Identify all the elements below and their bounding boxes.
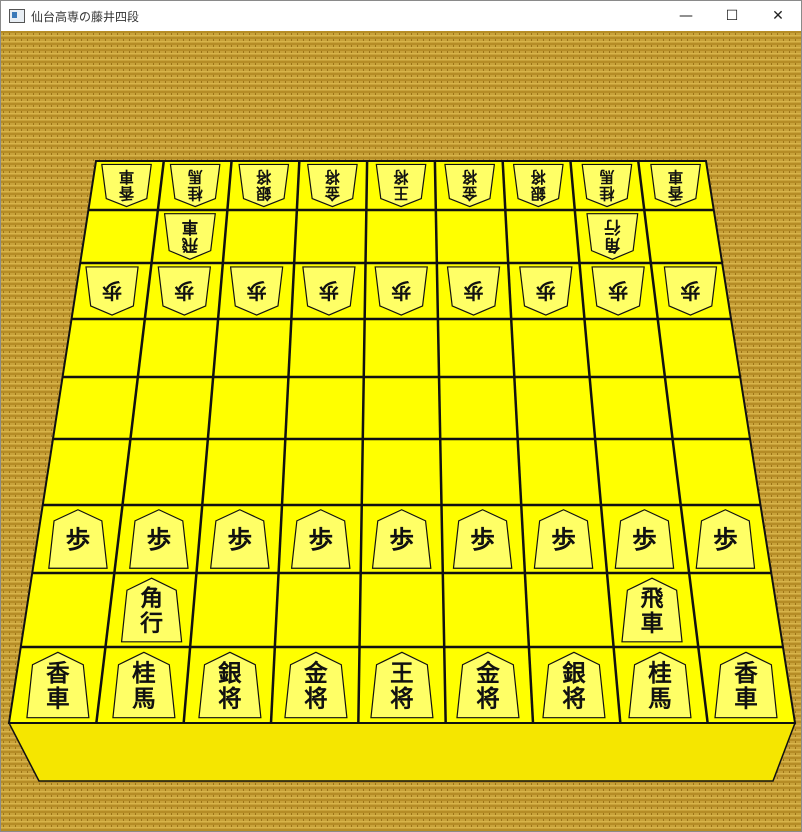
window-title: 仙台高専の藤井四段	[31, 10, 140, 24]
piece-label: 歩	[470, 525, 495, 554]
piece-label: 車	[182, 217, 198, 236]
gote-piece[interactable]: 歩	[519, 266, 573, 316]
piece-label: 香	[734, 659, 758, 687]
piece-label: 馬	[599, 168, 614, 186]
piece-label: 角	[604, 235, 620, 254]
title-bar[interactable]: 仙台高専の藤井四段 — ☐ ✕	[1, 1, 801, 31]
piece-label: 馬	[188, 168, 203, 186]
piece-label: 歩	[102, 279, 122, 303]
piece-label: 行	[604, 217, 621, 236]
piece-label: 将	[325, 168, 340, 186]
piece-label: 歩	[174, 279, 194, 303]
piece-label: 桂	[188, 184, 204, 202]
piece-label: 歩	[308, 525, 333, 554]
piece-label: 行	[139, 610, 163, 637]
piece-label: 車	[668, 168, 683, 186]
piece-label: 歩	[247, 279, 267, 303]
piece-label: 銀	[562, 659, 586, 687]
gote-piece[interactable]: 桂馬	[169, 163, 221, 208]
game-scene[interactable]: 香車桂馬銀将金将王将金将銀将桂馬香車飛車角行歩歩歩歩歩歩歩歩歩歩歩歩歩歩歩歩歩歩…	[1, 31, 801, 831]
piece-label: 馬	[132, 685, 156, 713]
gote-piece[interactable]: 歩	[85, 266, 139, 316]
piece-label: 歩	[551, 525, 576, 554]
piece-label: 香	[46, 659, 70, 687]
piece-label: 歩	[391, 279, 411, 303]
gote-piece[interactable]: 歩	[302, 266, 356, 316]
piece-label: 桂	[599, 184, 615, 202]
piece-label: 王	[393, 184, 408, 202]
close-button[interactable]: ✕	[755, 1, 801, 31]
piece-label: 馬	[648, 685, 672, 713]
piece-label: 車	[641, 610, 664, 637]
piece-label: 金	[303, 659, 328, 687]
minimize-button[interactable]: —	[663, 1, 709, 31]
app-window: 仙台高専の藤井四段 — ☐ ✕ 香車桂馬銀将金将王将金将銀将桂馬香車飛車角行歩歩…	[0, 0, 802, 832]
piece-label: 歩	[608, 279, 628, 303]
piece-label: 金	[461, 184, 478, 202]
piece-label: 歩	[536, 279, 556, 303]
piece-label: 歩	[66, 525, 91, 554]
gote-piece[interactable]: 角行	[586, 213, 639, 260]
gote-piece[interactable]: 銀将	[238, 163, 290, 208]
gote-piece[interactable]: 歩	[663, 266, 718, 316]
gote-piece[interactable]: 歩	[157, 266, 212, 316]
gote-piece[interactable]: 歩	[229, 266, 284, 316]
piece-label: 歩	[319, 279, 339, 303]
gote-piece[interactable]: 歩	[591, 266, 645, 316]
gote-piece[interactable]: 歩	[374, 266, 428, 316]
piece-label: 桂	[132, 659, 156, 687]
piece-label: 桂	[648, 659, 672, 687]
piece-label: 将	[256, 168, 271, 186]
piece-label: 車	[734, 685, 758, 713]
piece-label: 角	[140, 585, 163, 612]
piece-label: 将	[218, 685, 242, 713]
piece-label: 将	[304, 685, 328, 713]
piece-label: 将	[390, 685, 414, 713]
piece-label: 金	[475, 659, 500, 687]
piece-label: 銀	[530, 184, 546, 202]
gote-piece[interactable]: 金将	[307, 163, 358, 208]
piece-label: 将	[476, 685, 500, 713]
piece-label: 歩	[680, 279, 700, 303]
gote-piece[interactable]: 金将	[444, 163, 496, 208]
piece-label: 車	[46, 685, 70, 713]
piece-label: 歩	[632, 525, 657, 554]
piece-label: 銀	[218, 659, 242, 687]
gote-piece[interactable]: 香車	[101, 163, 152, 208]
piece-label: 王	[390, 659, 414, 687]
gote-piece[interactable]: 香車	[650, 163, 701, 208]
piece-label: 歩	[147, 525, 172, 554]
gote-piece[interactable]: 歩	[446, 266, 501, 316]
board-side	[7, 722, 797, 782]
piece-label: 香	[667, 184, 684, 202]
piece-label: 将	[531, 168, 546, 186]
piece-label: 歩	[389, 525, 414, 554]
gote-piece[interactable]: 桂馬	[581, 163, 633, 208]
piece-label: 銀	[255, 184, 271, 202]
piece-label: 将	[393, 168, 408, 186]
piece-label: 歩	[713, 525, 738, 554]
app-icon	[9, 9, 25, 23]
piece-label: 金	[324, 184, 341, 202]
piece-label: 歩	[228, 525, 253, 554]
piece-label: 飛	[181, 235, 199, 254]
gote-piece[interactable]: 飛車	[163, 213, 216, 260]
piece-label: 将	[462, 168, 477, 186]
piece-label: 車	[119, 168, 134, 186]
piece-label: 歩	[463, 279, 483, 303]
piece-label: 香	[118, 184, 135, 202]
shogi-board-view[interactable]: 香車桂馬銀将金将王将金将銀将桂馬香車飛車角行歩歩歩歩歩歩歩歩歩歩歩歩歩歩歩歩歩歩…	[1, 31, 801, 831]
maximize-button[interactable]: ☐	[709, 1, 755, 31]
gote-piece[interactable]: 王将	[375, 163, 427, 208]
piece-label: 将	[562, 685, 586, 713]
gote-piece[interactable]: 銀将	[512, 163, 564, 208]
piece-label: 飛	[641, 585, 664, 612]
